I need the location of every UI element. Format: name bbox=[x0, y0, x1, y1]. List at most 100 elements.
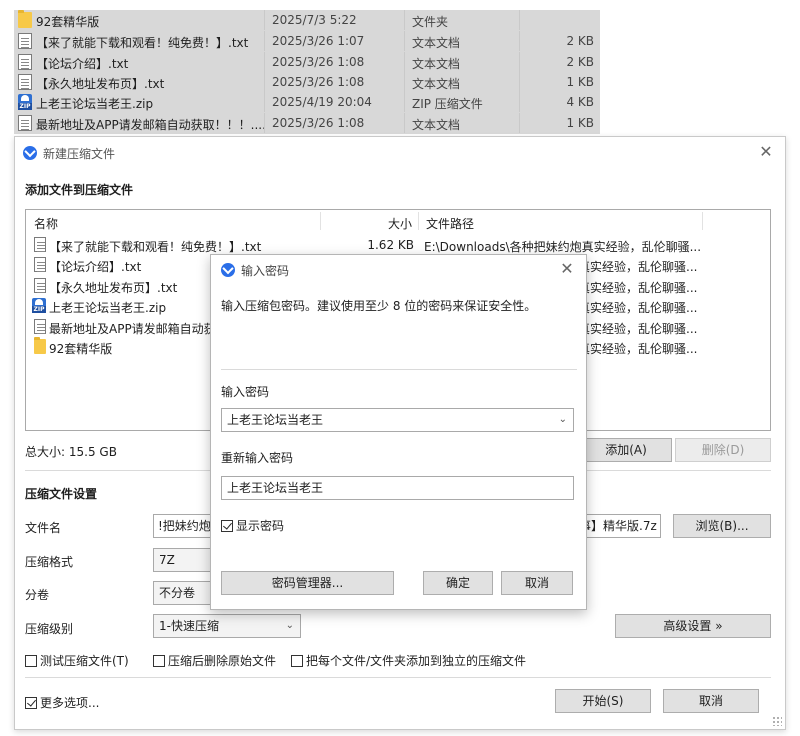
column-header-size[interactable]: 大小 bbox=[388, 215, 412, 232]
explorer-row-size: 1 KB bbox=[566, 75, 594, 89]
dialog-title: 输入密码 bbox=[241, 264, 290, 278]
explorer-row-type: 文本文档 bbox=[412, 118, 461, 132]
checkbox-box[interactable] bbox=[153, 655, 165, 667]
folder-icon bbox=[34, 337, 46, 354]
explorer-row[interactable]: 【永久地址发布页】.txt 2025/3/26 1:08 文本文档 1 KB bbox=[14, 72, 600, 92]
close-icon[interactable]: ✕ bbox=[755, 141, 777, 163]
text-file-icon bbox=[18, 33, 32, 49]
explorer-row-date: 2025/3/26 1:08 bbox=[272, 75, 365, 89]
text-file-icon bbox=[34, 278, 46, 293]
file-row-path: 真实经验，乱伦聊骚... bbox=[578, 301, 698, 315]
format-value: 7Z bbox=[159, 553, 175, 567]
explorer-row-name: 【永久地址发布页】.txt bbox=[36, 77, 165, 91]
password-label: 输入密码 bbox=[221, 385, 270, 399]
start-button[interactable]: 开始(S) bbox=[555, 689, 651, 713]
zip-file-icon bbox=[32, 298, 46, 313]
delete-originals-checkbox[interactable]: 压缩后删除原始文件 bbox=[153, 652, 276, 669]
main-cancel-button[interactable]: 取消 bbox=[663, 689, 759, 713]
file-row-name: 【论坛介绍】.txt bbox=[49, 260, 142, 274]
explorer-row-date: 2025/3/26 1:08 bbox=[272, 116, 365, 130]
column-header-name[interactable]: 名称 bbox=[34, 215, 58, 232]
test-archive-checkbox[interactable]: 测试压缩文件(T) bbox=[25, 652, 129, 669]
explorer-row-type: 文本文档 bbox=[412, 36, 461, 50]
explorer-row-date: 2025/3/26 1:07 bbox=[272, 34, 365, 48]
browse-button[interactable]: 浏览(B)... bbox=[673, 514, 771, 538]
explorer-row[interactable]: 【来了就能下载和观看！纯免费！】.txt 2025/3/26 1:07 文本文档… bbox=[14, 31, 600, 51]
password-input[interactable]: 上老王论坛当老王 ⌄ bbox=[221, 408, 574, 432]
file-row-path: E:\Downloads\各种把妹约炮真实经验，乱伦聊骚... bbox=[424, 240, 702, 254]
show-password-checkbox[interactable]: 显示密码 bbox=[221, 517, 284, 534]
repeat-password-label: 重新输入密码 bbox=[221, 451, 294, 465]
dialog-titlebar[interactable]: 输入密码 ✕ bbox=[211, 255, 586, 285]
format-select[interactable]: 7Z bbox=[153, 548, 213, 572]
explorer-row-type: ZIP 压缩文件 bbox=[412, 97, 483, 111]
checkbox-box[interactable] bbox=[25, 655, 37, 667]
file-row-path: 真实经验，乱伦聊骚... bbox=[578, 322, 698, 336]
explorer-row-size: 2 KB bbox=[566, 55, 594, 69]
explorer-row-type: 文件夹 bbox=[412, 15, 449, 29]
app-logo-icon bbox=[23, 146, 37, 160]
explorer-row[interactable]: 上老王论坛当老王.zip 2025/4/19 20:04 ZIP 压缩文件 4 … bbox=[14, 92, 600, 112]
archive-settings-heading: 压缩文件设置 bbox=[25, 487, 98, 501]
filename-label: 文件名 bbox=[25, 521, 62, 535]
app-logo-icon bbox=[221, 263, 235, 277]
explorer-row-type: 文本文档 bbox=[412, 57, 461, 71]
checkbox-label: 更多选项... bbox=[40, 696, 100, 710]
password-dialog: 输入密码 ✕ 输入压缩包密码。建议使用至少 8 位的密码来保证安全性。 输入密码… bbox=[210, 254, 587, 610]
volume-select[interactable]: 不分卷 bbox=[153, 581, 213, 605]
compression-level-select[interactable]: 1-快速压缩 ⌄ bbox=[153, 614, 301, 638]
dialog-cancel-button[interactable]: 取消 bbox=[501, 571, 573, 595]
explorer-row-name: 92套精华版 bbox=[36, 15, 100, 29]
separate-archives-checkbox[interactable]: 把每个文件/文件夹添加到独立的压缩文件 bbox=[291, 652, 526, 669]
volume-label: 分卷 bbox=[25, 588, 50, 602]
file-row-name: 最新地址及APP请发邮箱自动获 bbox=[49, 322, 216, 336]
resize-grip[interactable] bbox=[772, 716, 782, 726]
add-button[interactable]: 添加(A) bbox=[580, 438, 672, 462]
explorer-row-name: 【来了就能下载和观看！纯免费！】.txt bbox=[36, 36, 249, 50]
chevron-down-icon[interactable]: ⌄ bbox=[559, 409, 567, 431]
checkbox-label: 压缩后删除原始文件 bbox=[168, 654, 277, 668]
column-header-path[interactable]: 文件路径 bbox=[426, 215, 474, 232]
explorer-row-size: 4 KB bbox=[566, 95, 594, 109]
format-label: 压缩格式 bbox=[25, 555, 74, 569]
checkbox-box[interactable] bbox=[291, 655, 303, 667]
delete-button[interactable]: 删除(D) bbox=[675, 438, 771, 462]
checkbox-label: 把每个文件/文件夹添加到独立的压缩文件 bbox=[306, 654, 527, 668]
file-row-name: 【永久地址发布页】.txt bbox=[49, 281, 178, 295]
explorer-row-date: 2025/7/3 5:22 bbox=[272, 13, 357, 27]
explorer-row[interactable]: 最新地址及APP请发邮箱自动获取！！！.... 2025/3/26 1:08 文… bbox=[14, 113, 600, 133]
filename-input-end[interactable]: 事】精华版.7z bbox=[575, 514, 661, 538]
window-titlebar[interactable]: 新建压缩文件 ✕ bbox=[15, 137, 785, 169]
more-options-checkbox[interactable]: 更多选项... bbox=[25, 694, 99, 711]
file-row-name: 【来了就能下载和观看！纯免费！】.txt bbox=[49, 240, 262, 254]
explorer-row-date: 2025/3/26 1:08 bbox=[272, 55, 365, 69]
dialog-description: 输入压缩包密码。建议使用至少 8 位的密码来保证安全性。 bbox=[221, 299, 537, 313]
close-icon[interactable]: ✕ bbox=[556, 258, 578, 280]
text-file-icon bbox=[34, 319, 46, 334]
file-row-name: 上老王论坛当老王.zip bbox=[49, 301, 167, 315]
file-row-path: 真实经验，乱伦聊骚... bbox=[578, 281, 698, 295]
repeat-password-input[interactable]: 上老王论坛当老王 bbox=[221, 476, 574, 500]
file-list-header: 名称 大小 文件路径 bbox=[26, 210, 770, 232]
explorer-row-size: 2 KB bbox=[566, 34, 594, 48]
file-row-name: 92套精华版 bbox=[49, 342, 113, 356]
file-row-path: 真实经验，乱伦聊骚... bbox=[578, 342, 698, 356]
ok-button[interactable]: 确定 bbox=[423, 571, 493, 595]
password-manager-button[interactable]: 密码管理器... bbox=[221, 571, 394, 595]
advanced-settings-button[interactable]: 高级设置 » bbox=[615, 614, 771, 638]
explorer-row[interactable]: 92套精华版 2025/7/3 5:22 文件夹 bbox=[14, 10, 600, 30]
explorer-row[interactable]: 【论坛介绍】.txt 2025/3/26 1:08 文本文档 2 KB bbox=[14, 52, 600, 72]
file-row[interactable]: 【来了就能下载和观看！纯免费！】.txt 1.62 KB E:\Download… bbox=[26, 235, 770, 255]
text-file-icon bbox=[18, 74, 32, 90]
explorer-row-type: 文本文档 bbox=[412, 77, 461, 91]
text-file-icon bbox=[34, 237, 46, 252]
checkbox-box[interactable] bbox=[221, 520, 233, 532]
level-label: 压缩级别 bbox=[25, 622, 74, 636]
password-value: 上老王论坛当老王 bbox=[227, 413, 324, 427]
text-file-icon bbox=[18, 54, 32, 70]
explorer-row-name: 最新地址及APP请发邮箱自动获取！！！.... bbox=[36, 118, 266, 132]
text-file-icon bbox=[34, 257, 46, 272]
file-row-path: 真实经验，乱伦聊骚... bbox=[578, 260, 698, 274]
checkbox-box[interactable] bbox=[25, 697, 37, 709]
checkbox-label: 显示密码 bbox=[236, 519, 285, 533]
